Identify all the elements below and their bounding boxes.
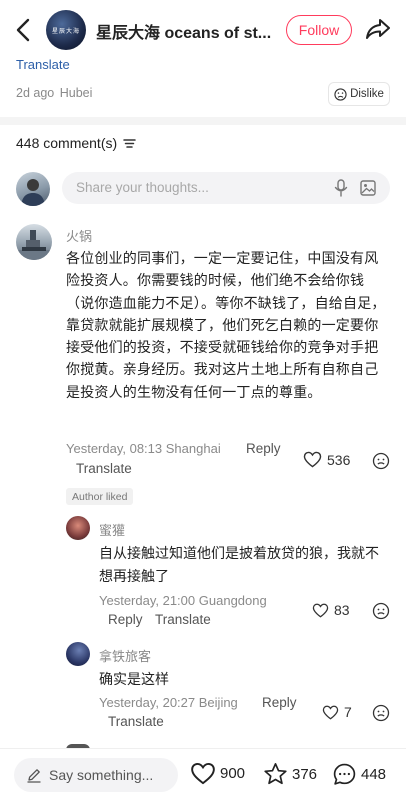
- like-count: 83: [334, 602, 350, 618]
- follow-button[interactable]: Follow: [286, 15, 352, 45]
- reply-meta: Yesterday, 20:27 Beijing: [99, 695, 238, 710]
- reply-time: Yesterday, 20:27: [99, 695, 196, 710]
- share-button[interactable]: [364, 15, 392, 43]
- section-divider: [0, 117, 406, 125]
- comment-count: 448 comment(s): [16, 135, 118, 151]
- say-something-input[interactable]: Say something...: [14, 758, 178, 792]
- reply-text: 自从接触过知道他们是披着放贷的狼，我就不想再接触了: [99, 545, 379, 584]
- chevron-left-icon: [16, 18, 30, 42]
- heart-icon: [303, 451, 322, 468]
- commenter-name[interactable]: 火锅: [66, 226, 92, 245]
- heart-icon: [312, 603, 329, 618]
- heart-icon: [191, 762, 215, 785]
- comment-meta: Yesterday, 08:13 Shanghai: [66, 441, 221, 456]
- replier-avatar[interactable]: [66, 642, 90, 666]
- commenter-avatar[interactable]: [16, 224, 52, 260]
- back-button[interactable]: [12, 16, 34, 44]
- microphone-icon[interactable]: [334, 179, 348, 197]
- comment-bubble-icon: [333, 763, 356, 785]
- replier-name[interactable]: 拿铁旅客: [99, 646, 151, 665]
- say-something-placeholder: Say something...: [49, 767, 154, 783]
- author-liked-badge: Author liked: [66, 488, 134, 505]
- reply-text: 确实是这样: [99, 671, 169, 687]
- like-count: 7: [344, 704, 352, 720]
- translate-button[interactable]: Translate: [155, 612, 211, 627]
- user-avatar: [16, 172, 50, 206]
- more-options-icon[interactable]: [372, 704, 390, 722]
- reply-like-button[interactable]: 83: [312, 602, 350, 618]
- replier-avatar[interactable]: [66, 516, 90, 540]
- reply-location: Beijing: [198, 695, 238, 710]
- translate-link[interactable]: Translate: [16, 57, 70, 72]
- reply-button[interactable]: Reply: [262, 695, 297, 710]
- post-favorite-button[interactable]: 376: [263, 762, 317, 786]
- comment-text: 各位创业的同事们，一定一定要记住，中国没有风险投资人。你需要钱的时候，他们绝不会…: [66, 250, 386, 400]
- translate-button[interactable]: Translate: [108, 714, 164, 729]
- like-count: 536: [327, 451, 351, 468]
- channel-avatar[interactable]: 星辰大海: [46, 10, 86, 50]
- comment-count-sort[interactable]: 448 comment(s): [16, 135, 136, 151]
- comment-like-button[interactable]: 536: [303, 451, 350, 468]
- more-options-icon[interactable]: [372, 452, 390, 470]
- channel-name[interactable]: 星辰大海 oceans of st...: [96, 19, 274, 43]
- sort-icon: [123, 138, 136, 148]
- share-icon: [366, 19, 390, 39]
- star-icon: [264, 763, 287, 785]
- comment-input[interactable]: Share your thoughts...: [62, 172, 390, 204]
- reply-button[interactable]: Reply: [246, 441, 281, 456]
- post-comment-count: 448: [361, 766, 387, 783]
- reply-meta: Yesterday, 21:00 Guangdong: [99, 593, 267, 608]
- comment-input-placeholder: Share your thoughts...: [76, 180, 209, 195]
- image-icon[interactable]: [360, 180, 376, 196]
- reply-button[interactable]: Reply: [108, 612, 143, 627]
- translate-button[interactable]: Translate: [76, 461, 132, 476]
- post-meta: 2d ago Hubei: [16, 86, 92, 100]
- avatar-logo-text: 星辰大海: [51, 28, 80, 35]
- heart-icon: [322, 705, 339, 720]
- comment-time: Yesterday, 08:13: [66, 441, 163, 456]
- comment-location: Shanghai: [165, 441, 221, 456]
- post-location: Hubei: [59, 86, 93, 100]
- post-like-count: 900: [220, 765, 246, 782]
- reply-like-button[interactable]: 7: [322, 704, 352, 720]
- post-like-button[interactable]: 900: [190, 762, 245, 785]
- dislike-button[interactable]: Dislike: [328, 82, 390, 106]
- sad-face-icon: [334, 87, 347, 101]
- reply-location: Guangdong: [198, 593, 267, 608]
- replier-name[interactable]: 蜜獾: [99, 520, 125, 539]
- post-comments-button[interactable]: 448: [332, 762, 386, 787]
- post-time: 2d ago: [16, 86, 55, 100]
- dislike-label: Dislike: [350, 88, 384, 100]
- more-options-icon[interactable]: [372, 602, 390, 620]
- post-favorite-count: 376: [292, 765, 318, 783]
- pencil-icon: [27, 769, 41, 783]
- reply-time: Yesterday, 21:00: [99, 593, 196, 608]
